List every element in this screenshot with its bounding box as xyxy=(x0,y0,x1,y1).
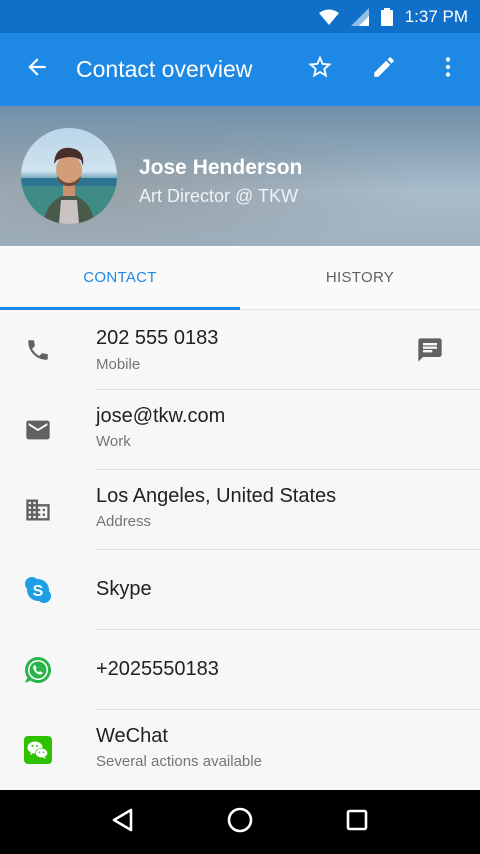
tab-contact[interactable]: CONTACT xyxy=(0,246,240,310)
whatsapp-icon xyxy=(22,654,54,686)
email-icon xyxy=(22,414,54,446)
signal-icon xyxy=(350,7,369,26)
list-item-email[interactable]: jose@tkw.com Work xyxy=(0,390,480,470)
email-type: Work xyxy=(96,433,131,450)
address-type: Address xyxy=(96,513,152,530)
svg-text:S: S xyxy=(33,583,44,600)
tab-history[interactable]: HISTORY xyxy=(240,246,480,309)
list-item-skype[interactable]: S Skype xyxy=(0,550,480,630)
edit-pencil-icon xyxy=(371,54,397,85)
status-bar: 1:37 PM xyxy=(0,0,480,33)
more-vert-icon xyxy=(435,54,461,85)
nav-home-button[interactable] xyxy=(220,802,260,842)
message-icon[interactable] xyxy=(414,334,446,366)
wifi-icon xyxy=(318,9,339,25)
list-item-whatsapp[interactable]: +2025550183 xyxy=(0,630,480,710)
status-time: 1:37 PM xyxy=(404,6,468,26)
list-item-wechat[interactable]: WeChat Several actions available xyxy=(0,710,480,790)
nav-recents-button[interactable] xyxy=(337,802,377,842)
more-options-button[interactable] xyxy=(416,33,480,106)
home-circle-icon xyxy=(226,806,254,839)
avatar-photo xyxy=(21,147,117,224)
list-item-address[interactable]: Los Angeles, United States Address xyxy=(0,470,480,550)
app-bar: Contact overview xyxy=(0,33,480,106)
avatar[interactable] xyxy=(21,128,117,224)
edit-button[interactable] xyxy=(352,33,416,106)
back-button[interactable] xyxy=(0,33,74,106)
wechat-label: WeChat xyxy=(96,725,168,747)
wechat-icon xyxy=(22,734,54,766)
contact-details-list: 202 555 0183 Mobile jose@tkw.com Work Lo… xyxy=(0,310,480,790)
contact-role: Art Director @ TKW xyxy=(139,186,298,206)
favorite-button[interactable] xyxy=(288,33,352,106)
skype-label: Skype xyxy=(96,578,152,600)
email-address: jose@tkw.com xyxy=(96,405,226,427)
phone-type: Mobile xyxy=(96,356,141,373)
profile-header: Jose Henderson Art Director @ TKW xyxy=(0,106,480,246)
battery-icon xyxy=(380,7,393,26)
phone-icon xyxy=(22,334,54,366)
back-arrow-icon xyxy=(24,54,50,85)
back-triangle-icon xyxy=(110,807,136,838)
list-item-phone[interactable]: 202 555 0183 Mobile xyxy=(0,310,480,390)
phone-number: 202 555 0183 xyxy=(96,327,219,349)
page-title: Contact overview xyxy=(76,56,253,82)
contact-name: Jose Henderson xyxy=(139,156,303,179)
building-icon xyxy=(22,494,54,526)
tab-bar: CONTACT HISTORY xyxy=(0,246,480,310)
nav-back-button[interactable] xyxy=(103,802,143,842)
recents-square-icon xyxy=(344,807,370,838)
skype-icon: S xyxy=(22,574,54,606)
wechat-subtitle: Several actions available xyxy=(96,753,262,770)
whatsapp-number: +2025550183 xyxy=(96,658,219,680)
system-nav-bar xyxy=(0,790,480,854)
address-text: Los Angeles, United States xyxy=(96,485,337,507)
star-outline-icon xyxy=(306,53,334,86)
